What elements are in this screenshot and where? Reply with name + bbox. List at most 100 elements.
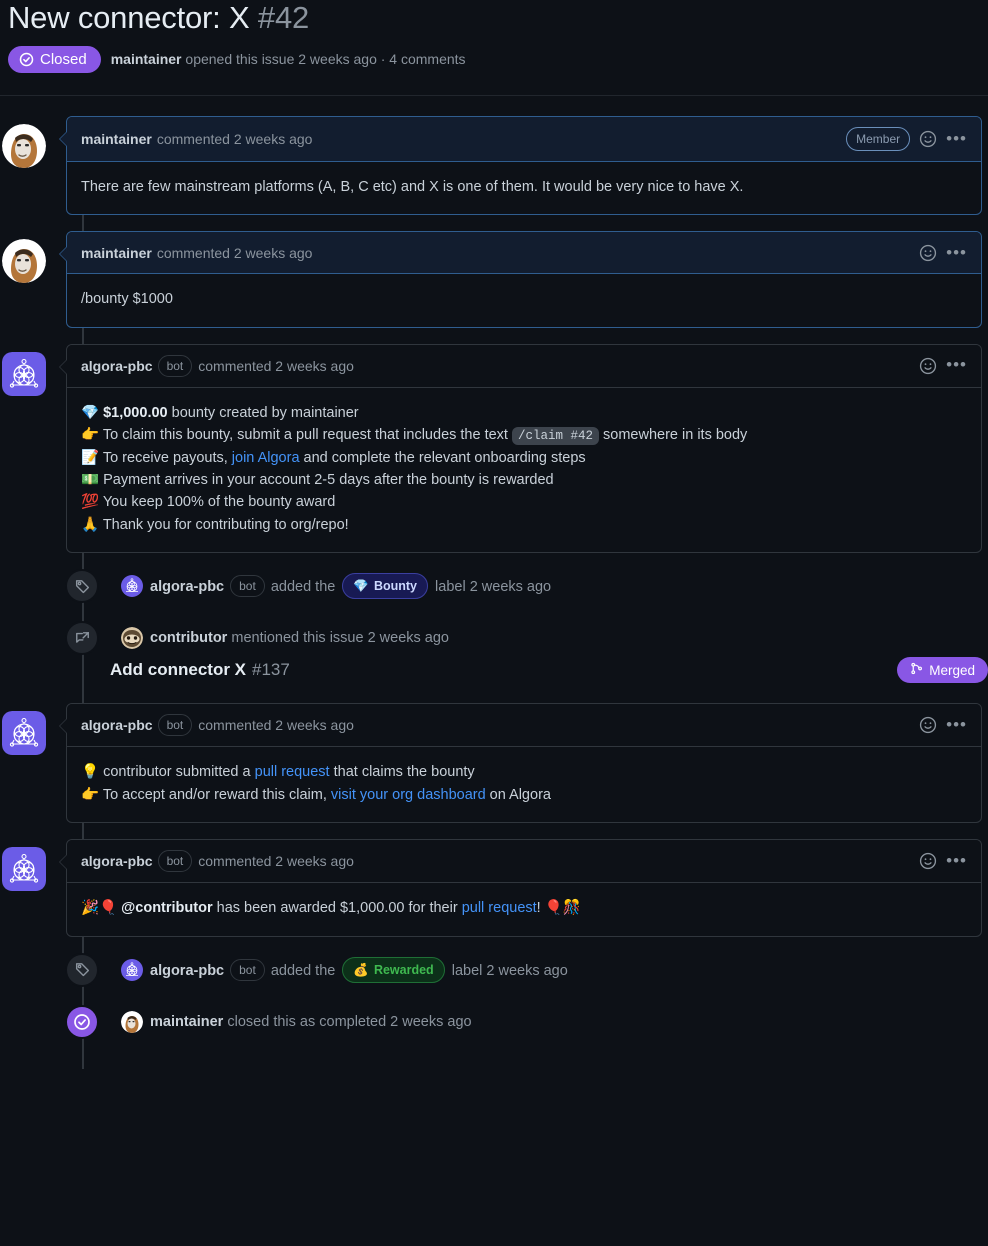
event-actor[interactable]: contributor	[150, 630, 227, 646]
comment-line: /bounty $1000	[81, 291, 173, 308]
emoji-icon: 💡	[81, 764, 100, 781]
merged-label: Merged	[929, 662, 975, 678]
issue-timeline: maintainer commented 2 weeks ago Member	[0, 115, 988, 1069]
event-actor[interactable]: maintainer	[150, 1014, 223, 1030]
event-actor[interactable]: algora-pbc	[150, 579, 224, 595]
timeline-event-mentioned: contributor mentioned this issue 2 weeks…	[0, 621, 988, 656]
avatar[interactable]	[2, 123, 46, 168]
emoji-icon: 💵	[81, 471, 100, 488]
emoji-icon: 👉	[81, 427, 100, 444]
comment-timestamp: commented 2 weeks ago	[198, 853, 354, 870]
comment-author[interactable]: maintainer	[81, 245, 152, 261]
timeline-event-closed: maintainer closed this as completed 2 we…	[0, 1004, 988, 1039]
comment-body: /bounty $1000	[67, 274, 981, 326]
status-badge-label: Closed	[40, 50, 87, 68]
emoji-reaction-icon[interactable]	[919, 357, 937, 375]
more-options-icon[interactable]: •••	[946, 129, 967, 146]
bot-badge: bot	[157, 850, 193, 873]
body-text: bounty created by maintainer	[167, 404, 359, 421]
label-chip-rewarded[interactable]: 💰 Rewarded	[342, 956, 445, 983]
more-options-icon[interactable]: •••	[946, 716, 967, 733]
issue-meta-rest: opened this issue 2 weeks ago · 4 commen…	[185, 51, 466, 68]
issue-author[interactable]: maintainer	[111, 51, 182, 67]
body-link[interactable]: visit your org dashboard	[331, 787, 486, 803]
comment-header: maintainer commented 2 weeks ago •••	[67, 232, 981, 275]
avatar[interactable]	[2, 239, 46, 284]
comment-container: algora-pbc bot commented 2 weeks ago •••…	[59, 839, 982, 937]
body-bold: @contributor	[117, 900, 213, 917]
comment-header: algora-pbc bot commented 2 weeks ago •••	[67, 704, 981, 748]
body-link[interactable]: pull request	[462, 900, 537, 916]
comment-container: maintainer commented 2 weeks ago Member	[59, 115, 982, 216]
timeline-event-labeled: algora-pbc bot added the 💰 Rewarded label …	[0, 952, 988, 987]
timeline-event-labeled: algora-pbc bot added the 💎 Bounty label 2 …	[0, 569, 988, 604]
event-text: contributor mentioned this issue 2 weeks…	[150, 630, 449, 646]
event-text: maintainer closed this as completed 2 we…	[150, 1014, 472, 1030]
issue-meta-row: Closed maintainer opened this issue 2 we…	[0, 36, 988, 73]
avatar-column	[0, 839, 48, 892]
cross-reference-icon	[65, 621, 99, 656]
comment-header: maintainer commented 2 weeks ago Member	[67, 116, 981, 162]
body-text: contributor submitted a	[99, 764, 255, 781]
event-post-text: label 2 weeks ago	[451, 962, 568, 979]
comment-author[interactable]: algora-pbc	[81, 358, 153, 374]
comment-row: maintainer commented 2 weeks ago Member	[0, 115, 988, 216]
comment-author[interactable]: algora-pbc	[81, 717, 153, 733]
event-post-text: label 2 weeks ago	[435, 579, 552, 596]
avatar-column	[0, 231, 48, 284]
avatar[interactable]	[2, 351, 46, 396]
body-text: on Algora	[485, 786, 551, 803]
emoji-reaction-icon[interactable]	[919, 130, 937, 148]
avatar[interactable]	[121, 627, 143, 650]
status-badge[interactable]: Closed	[8, 45, 101, 73]
comment-author[interactable]: maintainer	[81, 131, 152, 147]
comment-line: 💡 contributor submitted a pull request t…	[81, 761, 967, 783]
gem-icon: 💎	[353, 578, 369, 594]
avatar[interactable]	[121, 575, 143, 598]
more-options-icon[interactable]: •••	[946, 356, 967, 373]
comment-container: algora-pbc bot commented 2 weeks ago •••…	[59, 343, 982, 554]
issue-meta-text: maintainer opened this issue 2 weeks ago…	[111, 51, 466, 67]
closed-check-icon	[19, 52, 34, 67]
bot-badge: bot	[157, 714, 193, 737]
emoji-icon: 🎉🎈	[81, 900, 118, 917]
body-text: somewhere in its body	[599, 427, 748, 444]
comment-line: 💎 $1,000.00 bounty created by maintainer	[81, 402, 967, 424]
comment-timestamp: commented 2 weeks ago	[156, 244, 313, 261]
emoji-reaction-icon[interactable]	[919, 716, 937, 734]
comment-body: 🎉🎈 @contributor has been awarded $1,000.…	[67, 883, 981, 935]
avatar[interactable]	[121, 1010, 143, 1033]
bot-badge: bot	[230, 958, 265, 981]
more-options-icon[interactable]: •••	[946, 852, 967, 869]
avatar[interactable]	[2, 847, 46, 892]
emoji-icon: 🙏	[81, 516, 100, 533]
tag-icon	[65, 952, 99, 987]
pull-request-reference: Add connector X #137 Merged	[0, 657, 988, 684]
event-actor[interactable]: algora-pbc	[150, 963, 224, 979]
event-text: algora-pbc bot added the 💰 Rewarded label …	[150, 956, 568, 983]
body-bold: $1,000.00	[99, 404, 168, 421]
avatar[interactable]	[121, 958, 143, 981]
emoji-icon: 💯	[81, 494, 100, 511]
comment-timestamp: commented 2 weeks ago	[156, 130, 313, 147]
event-text: algora-pbc bot added the 💎 Bounty label 2 …	[150, 573, 552, 600]
pr-title[interactable]: Add connector X	[110, 660, 246, 680]
pr-number: #137	[252, 660, 290, 680]
more-options-icon[interactable]: •••	[946, 243, 967, 260]
emoji-reaction-icon[interactable]	[919, 244, 937, 262]
body-text: that claims the bounty	[329, 764, 475, 781]
label-chip-bounty[interactable]: 💎 Bounty	[342, 573, 428, 600]
comment-header: algora-pbc bot commented 2 weeks ago •••	[67, 840, 981, 884]
event-description: closed this as completed 2 weeks ago	[227, 1013, 472, 1030]
comment-line: 🎉🎈 @contributor has been awarded $1,000.…	[81, 897, 967, 919]
avatar-column	[0, 116, 48, 168]
body-link[interactable]: join Algora	[232, 450, 300, 466]
body-link[interactable]: pull request	[255, 764, 330, 780]
comment-author[interactable]: algora-pbc	[81, 853, 153, 869]
emoji-reaction-icon[interactable]	[919, 852, 937, 870]
issue-title-text: New connector: X	[8, 0, 250, 35]
comment-row: algora-pbc bot commented 2 weeks ago •••…	[0, 703, 988, 824]
label-text: Bounty	[373, 579, 417, 594]
closed-check-icon	[65, 1004, 99, 1039]
avatar[interactable]	[2, 711, 46, 756]
